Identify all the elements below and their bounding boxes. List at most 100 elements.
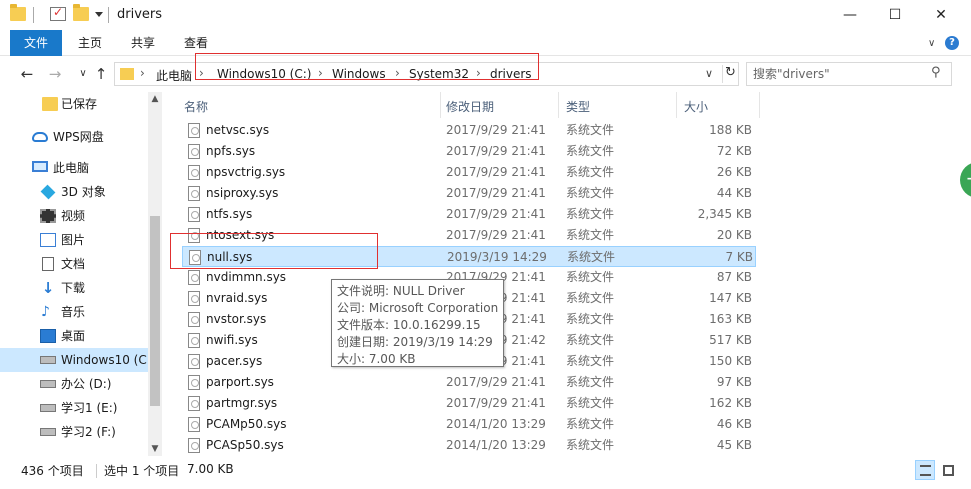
file-name: nsiproxy.sys: [206, 186, 279, 200]
column-header: ^ 名称 修改日期 类型 大小: [170, 92, 963, 118]
column-date[interactable]: 修改日期: [446, 98, 494, 115]
sidebar-item-music[interactable]: ♪ 音乐: [0, 300, 148, 324]
up-button[interactable]: ↑: [92, 64, 110, 84]
file-size: 26 KB: [716, 165, 752, 179]
column-size[interactable]: 大小: [684, 98, 708, 115]
column-divider[interactable]: [558, 92, 559, 118]
sidebar-item-documents[interactable]: 文档: [0, 252, 148, 276]
maximize-button[interactable]: ☐: [872, 0, 918, 30]
properties-icon[interactable]: [50, 5, 66, 21]
search-input[interactable]: [753, 66, 923, 82]
file-type: 系统文件: [566, 438, 615, 452]
tab-file[interactable]: 文件: [10, 30, 62, 56]
search-box[interactable]: ⚲: [746, 62, 952, 86]
back-button[interactable]: ←: [18, 64, 36, 84]
file-date: 2017/9/29 21:41: [446, 123, 546, 137]
scroll-up-icon[interactable]: ▲: [148, 94, 162, 104]
refresh-icon[interactable]: ↻: [722, 65, 738, 83]
file-row[interactable]: PCASp50.sys 2014/1/20 13:29 系统文件 45 KB: [182, 435, 756, 456]
tooltip-size: 大小: 7.00 KB: [337, 352, 416, 366]
tab-home[interactable]: 主页: [74, 30, 106, 56]
divider: [108, 7, 109, 23]
file-row[interactable]: netvsc.sys 2017/9/29 21:41 系统文件 188 KB: [182, 120, 756, 141]
navigation-pane: 已保存 WPS网盘 此电脑 3D 对象 视频 图片 文档 ↓ 下载 ♪ 音乐 桌…: [0, 92, 162, 456]
column-divider[interactable]: [676, 92, 677, 118]
breadcrumb-separator[interactable]: ›: [140, 66, 145, 80]
computer-icon: [32, 161, 48, 172]
file-type: 系统文件: [566, 165, 615, 179]
file-list: ^ 名称 修改日期 类型 大小 netvsc.sys 2017/9/29 21:4…: [170, 92, 963, 456]
system-file-icon: [188, 438, 200, 453]
close-button[interactable]: ✕: [918, 0, 964, 30]
file-size: 2,345 KB: [697, 207, 752, 221]
column-divider[interactable]: [759, 92, 760, 118]
sidebar-item-this-pc[interactable]: 此电脑: [0, 156, 148, 180]
sidebar-item-desktop[interactable]: 桌面: [0, 324, 148, 348]
collapse-ribbon-icon[interactable]: ∨: [928, 38, 935, 49]
sidebar-item-drive-c[interactable]: Windows10 (C:: [0, 348, 151, 372]
file-size: 7 KB: [725, 250, 753, 264]
tooltip-created: 创建日期: 2019/3/19 14:29: [337, 335, 493, 349]
file-date: 2017/9/29 21:41: [446, 375, 546, 389]
sidebar-scrollbar[interactable]: ▲ ▼: [148, 92, 162, 456]
column-type[interactable]: 类型: [566, 98, 590, 115]
scroll-down-icon[interactable]: ▼: [148, 444, 162, 454]
file-size: 46 KB: [716, 417, 752, 431]
system-file-icon: [188, 123, 200, 138]
tab-share[interactable]: 共享: [127, 30, 159, 56]
sidebar-item-drive-e[interactable]: 学习1 (E:): [0, 396, 148, 420]
file-row[interactable]: PCAMp50.sys 2014/1/20 13:29 系统文件 46 KB: [182, 414, 756, 435]
file-name: nwifi.sys: [206, 333, 258, 347]
sidebar-item-drive-d[interactable]: 办公 (D:): [0, 372, 148, 396]
file-row[interactable]: partmgr.sys 2017/9/29 21:41 系统文件 162 KB: [182, 393, 756, 414]
quick-access-dropdown-icon[interactable]: [95, 12, 103, 17]
file-type: 系统文件: [566, 186, 615, 200]
forward-button[interactable]: →: [46, 64, 64, 84]
file-row[interactable]: npsvctrig.sys 2017/9/29 21:41 系统文件 26 KB: [182, 162, 756, 183]
new-folder-icon[interactable]: [73, 4, 89, 21]
sidebar-item-pictures[interactable]: 图片: [0, 228, 148, 252]
search-icon[interactable]: ⚲: [931, 65, 941, 80]
file-row[interactable]: nsiproxy.sys 2017/9/29 21:41 系统文件 44 KB: [182, 183, 756, 204]
breadcrumb-this-pc[interactable]: 此电脑: [156, 67, 192, 84]
column-divider[interactable]: [440, 92, 441, 118]
file-date: 2017/9/29 21:41: [446, 186, 546, 200]
drive-icon: [40, 428, 56, 436]
sidebar-item-label: 视频: [61, 209, 86, 223]
help-icon[interactable]: ?: [945, 36, 959, 50]
recent-locations-icon[interactable]: ∨: [74, 64, 92, 84]
details-view-icon: [920, 465, 931, 476]
minimize-button[interactable]: —: [827, 0, 873, 30]
sidebar-item-downloads[interactable]: ↓ 下载: [0, 276, 148, 300]
file-size: 87 KB: [716, 270, 752, 284]
file-name: partmgr.sys: [206, 396, 278, 410]
file-row[interactable]: parport.sys 2017/9/29 21:41 系统文件 97 KB: [182, 372, 756, 393]
sidebar-item-saved[interactable]: 已保存: [0, 92, 148, 116]
sidebar-item-drive-f[interactable]: 学习2 (F:): [0, 420, 148, 444]
file-row[interactable]: ntfs.sys 2017/9/29 21:41 系统文件 2,345 KB: [182, 204, 756, 225]
sidebar-item-label: 学习1 (E:): [61, 401, 118, 415]
scrollbar-thumb[interactable]: [150, 216, 160, 406]
sidebar-item-label: 音乐: [61, 305, 86, 319]
file-name: pacer.sys: [206, 354, 263, 368]
address-history-dropdown-icon[interactable]: ∨: [705, 67, 713, 80]
file-type: 系统文件: [566, 228, 615, 242]
file-type: 系统文件: [566, 291, 615, 305]
system-file-icon: [188, 165, 200, 180]
file-type: 系统文件: [566, 396, 615, 410]
file-row[interactable]: npfs.sys 2017/9/29 21:41 系统文件 72 KB: [182, 141, 756, 162]
large-icons-view-button[interactable]: [938, 460, 958, 480]
tooltip-company: 公司: Microsoft Corporation: [337, 301, 499, 315]
sidebar-item-label: 下载: [61, 281, 86, 295]
plus-icon: +: [966, 171, 971, 187]
file-type: 系统文件: [566, 123, 615, 137]
sidebar-item-videos[interactable]: 视频: [0, 204, 148, 228]
column-name[interactable]: 名称: [184, 98, 208, 115]
video-icon: [40, 209, 56, 223]
file-size: 72 KB: [716, 144, 752, 158]
sidebar-item-3d-objects[interactable]: 3D 对象: [0, 180, 148, 204]
sidebar-item-wps-cloud[interactable]: WPS网盘: [0, 125, 148, 149]
details-view-button[interactable]: [915, 460, 935, 480]
sidebar-item-label: 此电脑: [53, 161, 90, 175]
file-name: PCAMp50.sys: [206, 417, 287, 431]
